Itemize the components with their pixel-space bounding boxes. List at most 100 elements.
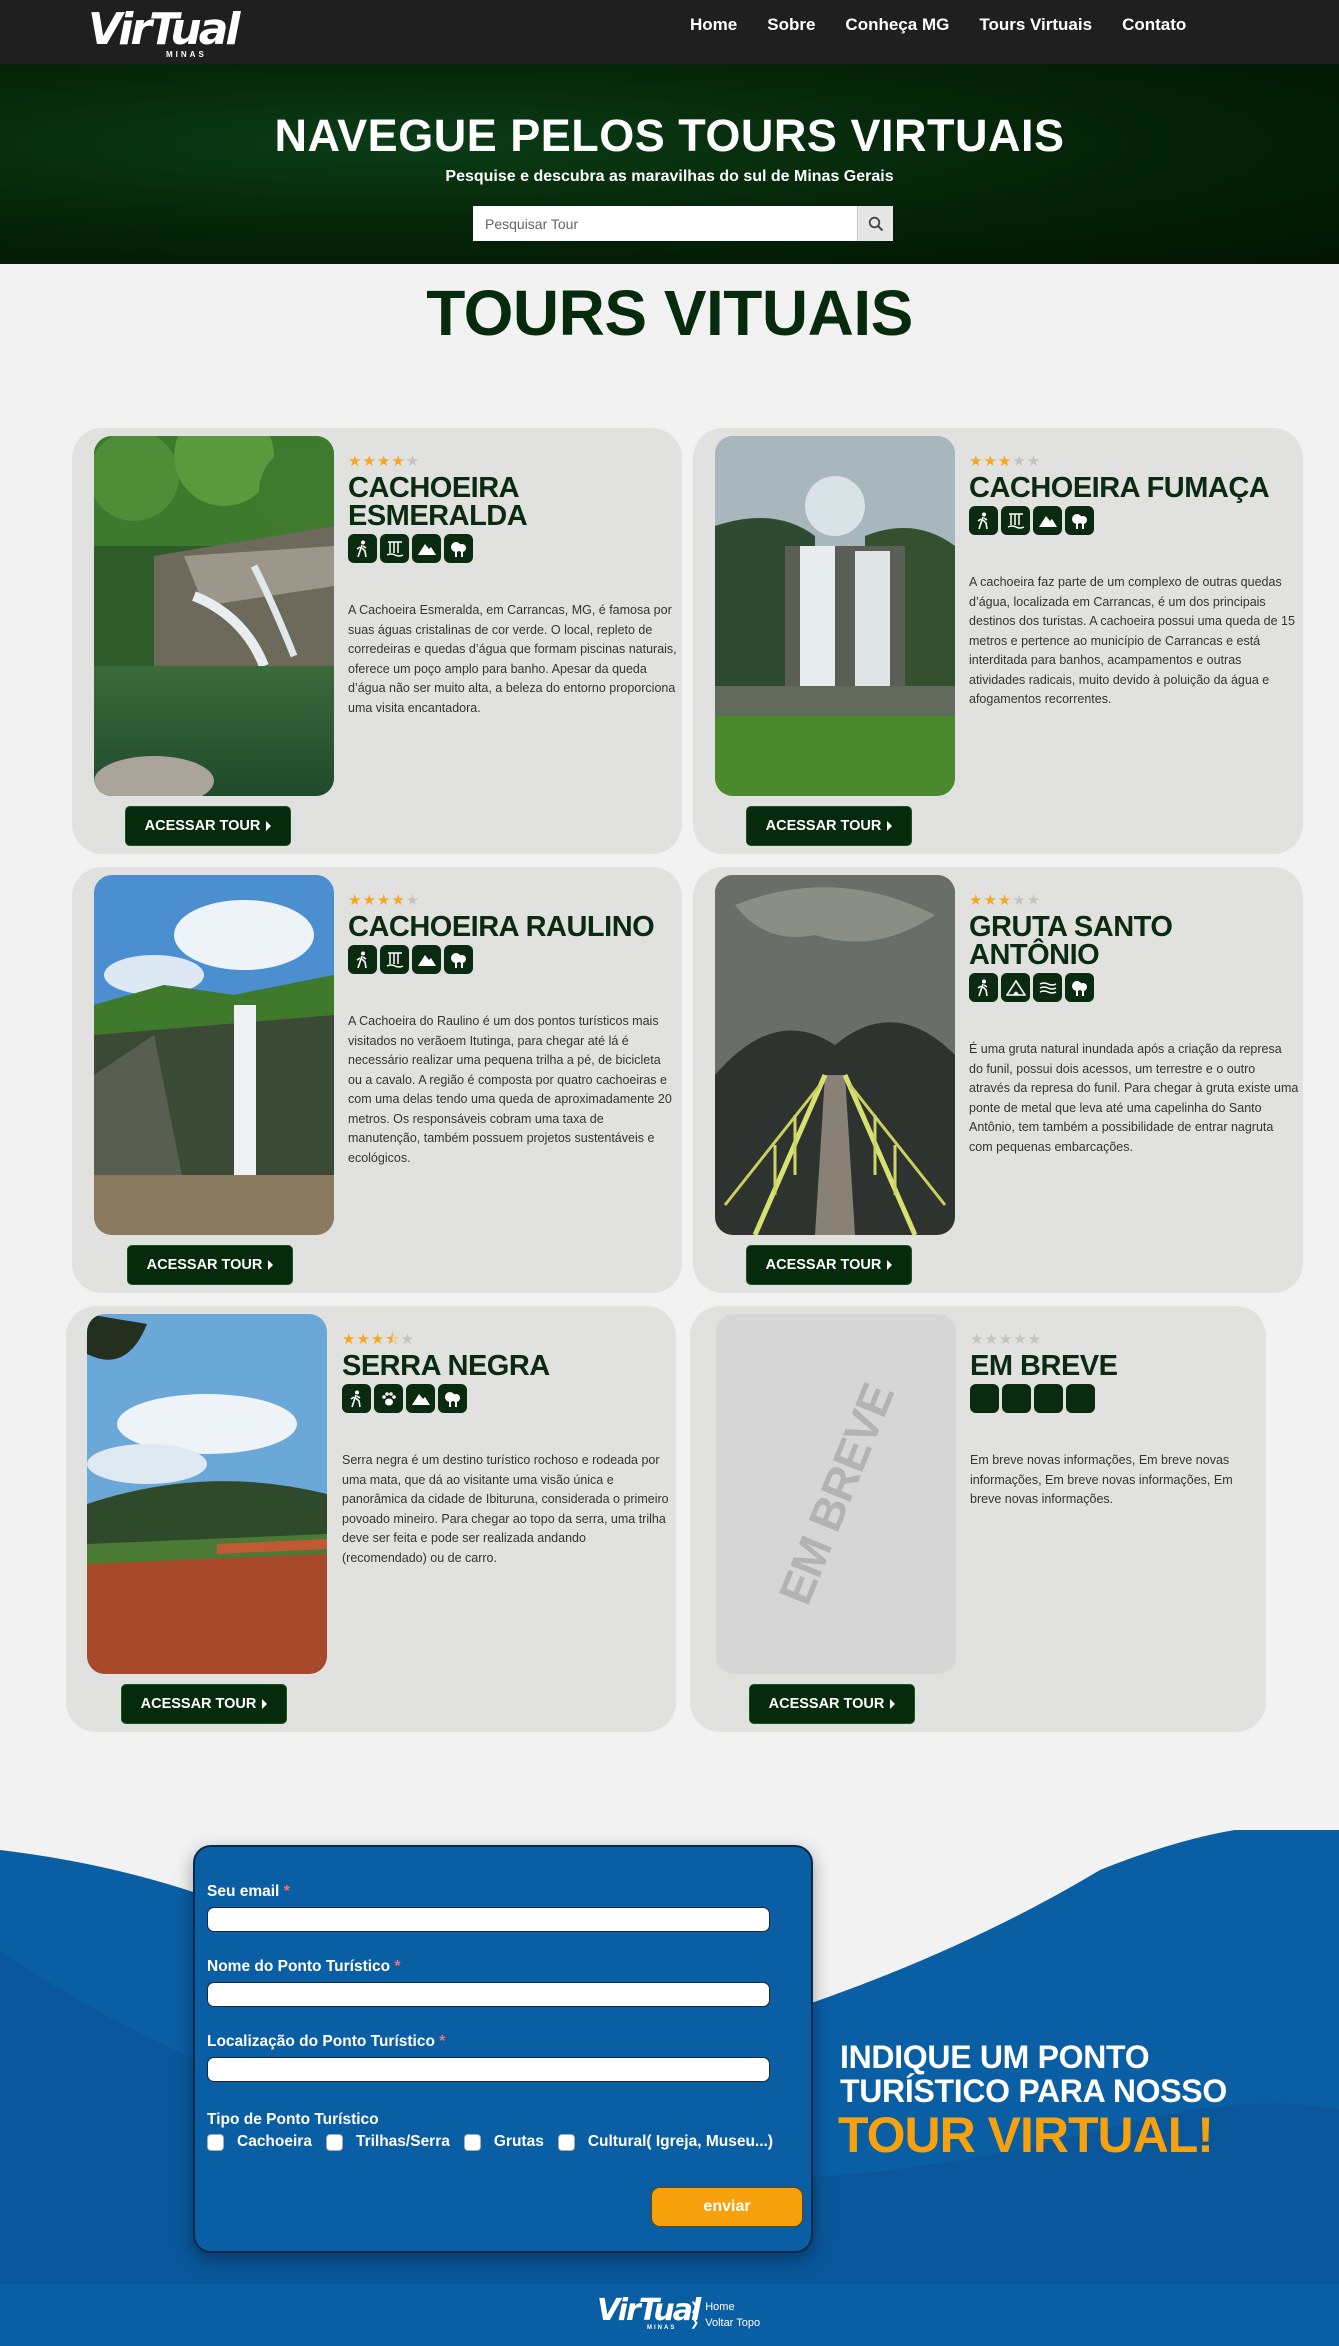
tour-description: A Cachoeira do Raulino é um dos pontos t… — [348, 1014, 672, 1165]
caret-right-icon — [890, 1699, 896, 1709]
rating-stars: ★★★★★ — [970, 1331, 1043, 1348]
submit-button[interactable]: enviar — [651, 2187, 803, 2227]
tour-title: GRUTA SANTO ANTÔNIO — [969, 911, 1173, 971]
caret-right-icon — [262, 1699, 268, 1709]
main-nav: Home Sobre Conheça MG Tours Virtuais Con… — [690, 13, 1186, 37]
name-label: Nome do Ponto Turístico * — [207, 1958, 401, 1975]
tour-card: ★★★★★ GRUTA SANTO ANTÔNIO É uma gruta na… — [693, 867, 1303, 1293]
tour-card: ★★★★★ CACHOEIRA RAULINO A Cachoeira do R… — [72, 867, 682, 1293]
tour-card: EM BREVE ★★★★★ EM BREVE Em breve novas i… — [690, 1306, 1266, 1732]
activity-icons — [969, 506, 1299, 535]
caret-right-icon — [887, 821, 893, 831]
mountain-icon — [412, 534, 441, 563]
top-header: VirTual MINAS Home Sobre Conheça MG Tour… — [0, 0, 1339, 64]
hiker-icon — [342, 1384, 371, 1413]
waterfall-icon — [380, 534, 409, 563]
tree-icon — [444, 534, 473, 563]
chevron-right-icon: ❯ — [690, 2317, 700, 2329]
tour-title: CACHOEIRA FUMAÇA — [969, 472, 1270, 504]
type-option-cultural[interactable]: Cultural( Igreja, Museu...) — [557, 2133, 773, 2151]
cta-heading: INDIQUE UM PONTO TURÍSTICO PARA NOSSO — [840, 2039, 1227, 2109]
footer-logo[interactable]: VirTual MINAS — [597, 2296, 701, 2332]
caret-right-icon — [266, 821, 272, 831]
search-input[interactable] — [473, 206, 857, 241]
nav-conheca-mg[interactable]: Conheça MG — [845, 13, 949, 37]
activity-icons — [969, 973, 1299, 1002]
access-tour-button[interactable]: ACESSAR TOUR — [121, 1684, 287, 1724]
type-option-grutas[interactable]: Grutas — [463, 2133, 544, 2151]
rating-stars: ★★★★★ — [348, 453, 421, 470]
site-logo[interactable]: VirTual MINAS — [88, 4, 241, 60]
tour-info: ★★★★★ CACHOEIRA ESMERALDA A Cachoeira Es… — [348, 454, 678, 718]
tree-icon — [1065, 506, 1094, 535]
nav-home[interactable]: Home — [690, 13, 737, 37]
footer: VirTual MINAS ❯ Home ❯ Voltar Topo — [0, 2284, 1339, 2346]
caret-right-icon — [887, 1260, 893, 1270]
tour-photo — [94, 875, 334, 1235]
nav-sobre[interactable]: Sobre — [767, 13, 815, 37]
suggestion-form: Seu email * Nome do Ponto Turístico * Lo… — [193, 1845, 813, 2253]
activity-icons — [342, 1384, 672, 1413]
activity-icons — [348, 534, 678, 563]
tour-photo — [715, 436, 955, 796]
tour-title: SERRA NEGRA — [342, 1350, 550, 1382]
tourist-spot-name-field[interactable] — [207, 1982, 770, 2007]
access-tour-button[interactable]: ACESSAR TOUR — [746, 806, 912, 846]
chevron-right-icon: ❯ — [690, 2301, 700, 2313]
checkbox[interactable] — [207, 2133, 224, 2151]
tree-icon — [1065, 973, 1094, 1002]
activity-icons — [348, 945, 678, 974]
mountain-icon — [412, 945, 441, 974]
checkbox[interactable] — [463, 2133, 481, 2151]
nav-tours-virtuais[interactable]: Tours Virtuais — [979, 13, 1092, 37]
tour-info: ★★★★★ EM BREVE Em breve novas informaçõe… — [970, 1332, 1300, 1510]
water-icon — [1033, 973, 1062, 1002]
location-label: Localização do Ponto Turístico * — [207, 2033, 446, 2050]
email-field[interactable] — [207, 1907, 770, 1932]
footer-link-back-to-top[interactable]: ❯ Voltar Topo — [690, 2315, 760, 2331]
search-button[interactable] — [857, 206, 893, 241]
tour-card: ★★★⯪★ SERRA NEGRA Serra negra é um desti… — [66, 1306, 676, 1732]
tour-photo — [87, 1314, 327, 1674]
access-tour-button[interactable]: ACESSAR TOUR — [749, 1684, 915, 1724]
type-checkboxes: Cachoeira Trilhas/Serra Grutas Cultural(… — [207, 2133, 787, 2151]
rating-stars: ★★★★★ — [969, 453, 1042, 470]
mountain-icon — [406, 1384, 435, 1413]
hero-subtitle: Pesquise e descubra as maravilhas do sul… — [445, 168, 894, 185]
logo-text: VirTual — [88, 4, 241, 55]
search-bar — [473, 206, 893, 241]
search-icon — [868, 216, 883, 231]
tour-card: ★★★★★ CACHOEIRA ESMERALDA A Cachoeira Es… — [72, 428, 682, 854]
hiker-icon — [348, 945, 377, 974]
hiker-icon — [969, 506, 998, 535]
type-option-cachoeira[interactable]: Cachoeira — [207, 2133, 312, 2151]
tour-description: Serra negra é um destino turístico rocho… — [342, 1453, 669, 1565]
nav-contato[interactable]: Contato — [1122, 13, 1186, 37]
checkbox[interactable] — [557, 2133, 575, 2151]
tour-description: Em breve novas informações, Em breve nov… — [970, 1453, 1233, 1506]
coming-soon-placeholder: EM BREVE — [716, 1314, 956, 1674]
section-title: TOURS VITUAIS — [426, 277, 913, 349]
waterfall-icon — [1001, 506, 1030, 535]
blank-icon — [1002, 1384, 1031, 1413]
type-option-trilhas[interactable]: Trilhas/Serra — [325, 2133, 450, 2151]
tour-title: CACHOEIRA ESMERALDA — [348, 472, 528, 532]
hero-title: NAVEGUE PELOS TOURS VIRTUAIS — [274, 110, 1065, 161]
tourist-spot-location-field[interactable] — [207, 2057, 770, 2082]
paw-icon — [374, 1384, 403, 1413]
tree-icon — [444, 945, 473, 974]
access-tour-button[interactable]: ACESSAR TOUR — [125, 806, 291, 846]
checkbox[interactable] — [325, 2133, 343, 2151]
tour-info: ★★★★★ CACHOEIRA FUMAÇA A cachoeira faz p… — [969, 454, 1299, 710]
access-tour-button[interactable]: ACESSAR TOUR — [746, 1245, 912, 1285]
hiker-icon — [969, 973, 998, 1002]
tour-card: ★★★★★ CACHOEIRA FUMAÇA A cachoeira faz p… — [693, 428, 1303, 854]
tour-photo — [94, 436, 334, 796]
tour-photo — [715, 875, 955, 1235]
access-tour-button[interactable]: ACESSAR TOUR — [127, 1245, 293, 1285]
blank-icon — [970, 1384, 999, 1413]
footer-link-home[interactable]: ❯ Home — [690, 2299, 760, 2315]
tour-description: A cachoeira faz parte de um complexo de … — [969, 575, 1295, 706]
waterfall-icon — [380, 945, 409, 974]
rating-stars: ★★★★★ — [348, 892, 421, 909]
